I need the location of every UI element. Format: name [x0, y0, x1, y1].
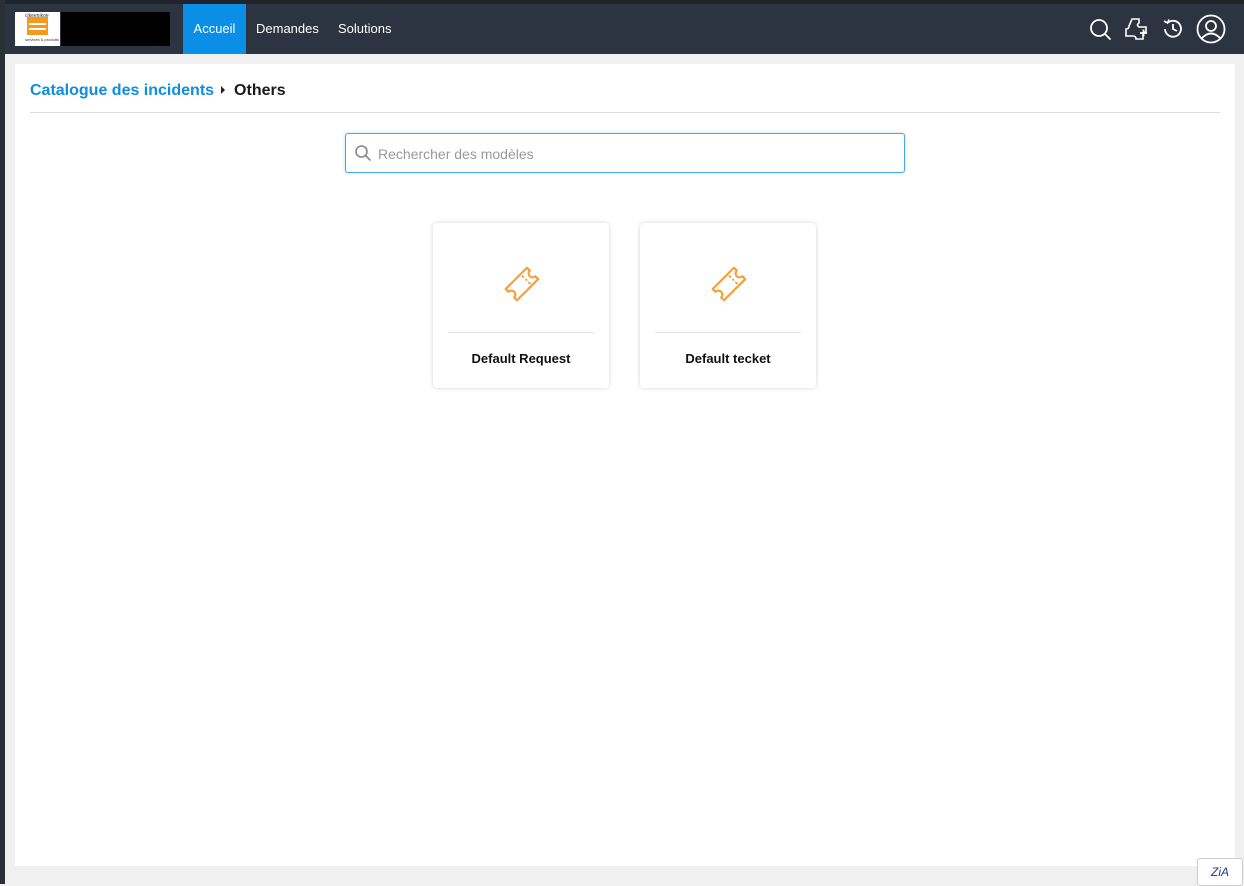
card-divider	[655, 332, 801, 333]
top-navigation-bar: cikeenikoe services & produits Accueil D…	[5, 0, 1244, 54]
breadcrumb: Catalogue des incidents Others	[30, 82, 286, 100]
caret-right-icon	[221, 86, 226, 94]
template-search-box[interactable]	[345, 133, 905, 174]
card-label: Default tecket	[685, 351, 771, 366]
window-edge	[0, 0, 5, 884]
user-avatar-icon[interactable]	[1196, 14, 1226, 44]
search-icon[interactable]	[1087, 16, 1113, 42]
breadcrumb-current: Others	[234, 82, 286, 99]
main-content: Catalogue des incidents Others Default Re…	[15, 64, 1235, 866]
logo-mark-icon	[27, 17, 48, 35]
ticket-icon	[711, 266, 747, 302]
search-input[interactable]	[376, 134, 900, 174]
tab-solutions[interactable]: Solutions	[338, 4, 391, 54]
breadcrumb-parent-link[interactable]: Catalogue des incidents	[30, 82, 214, 99]
logo-bottom-text: services & produits	[25, 37, 59, 42]
template-card-default-tecket[interactable]: Default tecket	[640, 223, 816, 388]
ticket-icon	[504, 266, 540, 302]
zia-assistant-button[interactable]: ZiA	[1197, 858, 1243, 886]
tab-accueil[interactable]: Accueil	[183, 4, 246, 54]
history-icon[interactable]	[1160, 16, 1186, 42]
tab-demandes[interactable]: Demandes	[256, 4, 319, 54]
new-ticket-icon[interactable]	[1123, 16, 1149, 42]
redacted-org-name	[61, 12, 170, 46]
card-divider	[448, 332, 594, 333]
search-icon	[355, 145, 371, 161]
divider	[30, 112, 1220, 113]
company-logo[interactable]: cikeenikoe services & produits	[15, 12, 60, 46]
template-card-default-request[interactable]: Default Request	[433, 223, 609, 388]
card-label: Default Request	[471, 351, 571, 366]
